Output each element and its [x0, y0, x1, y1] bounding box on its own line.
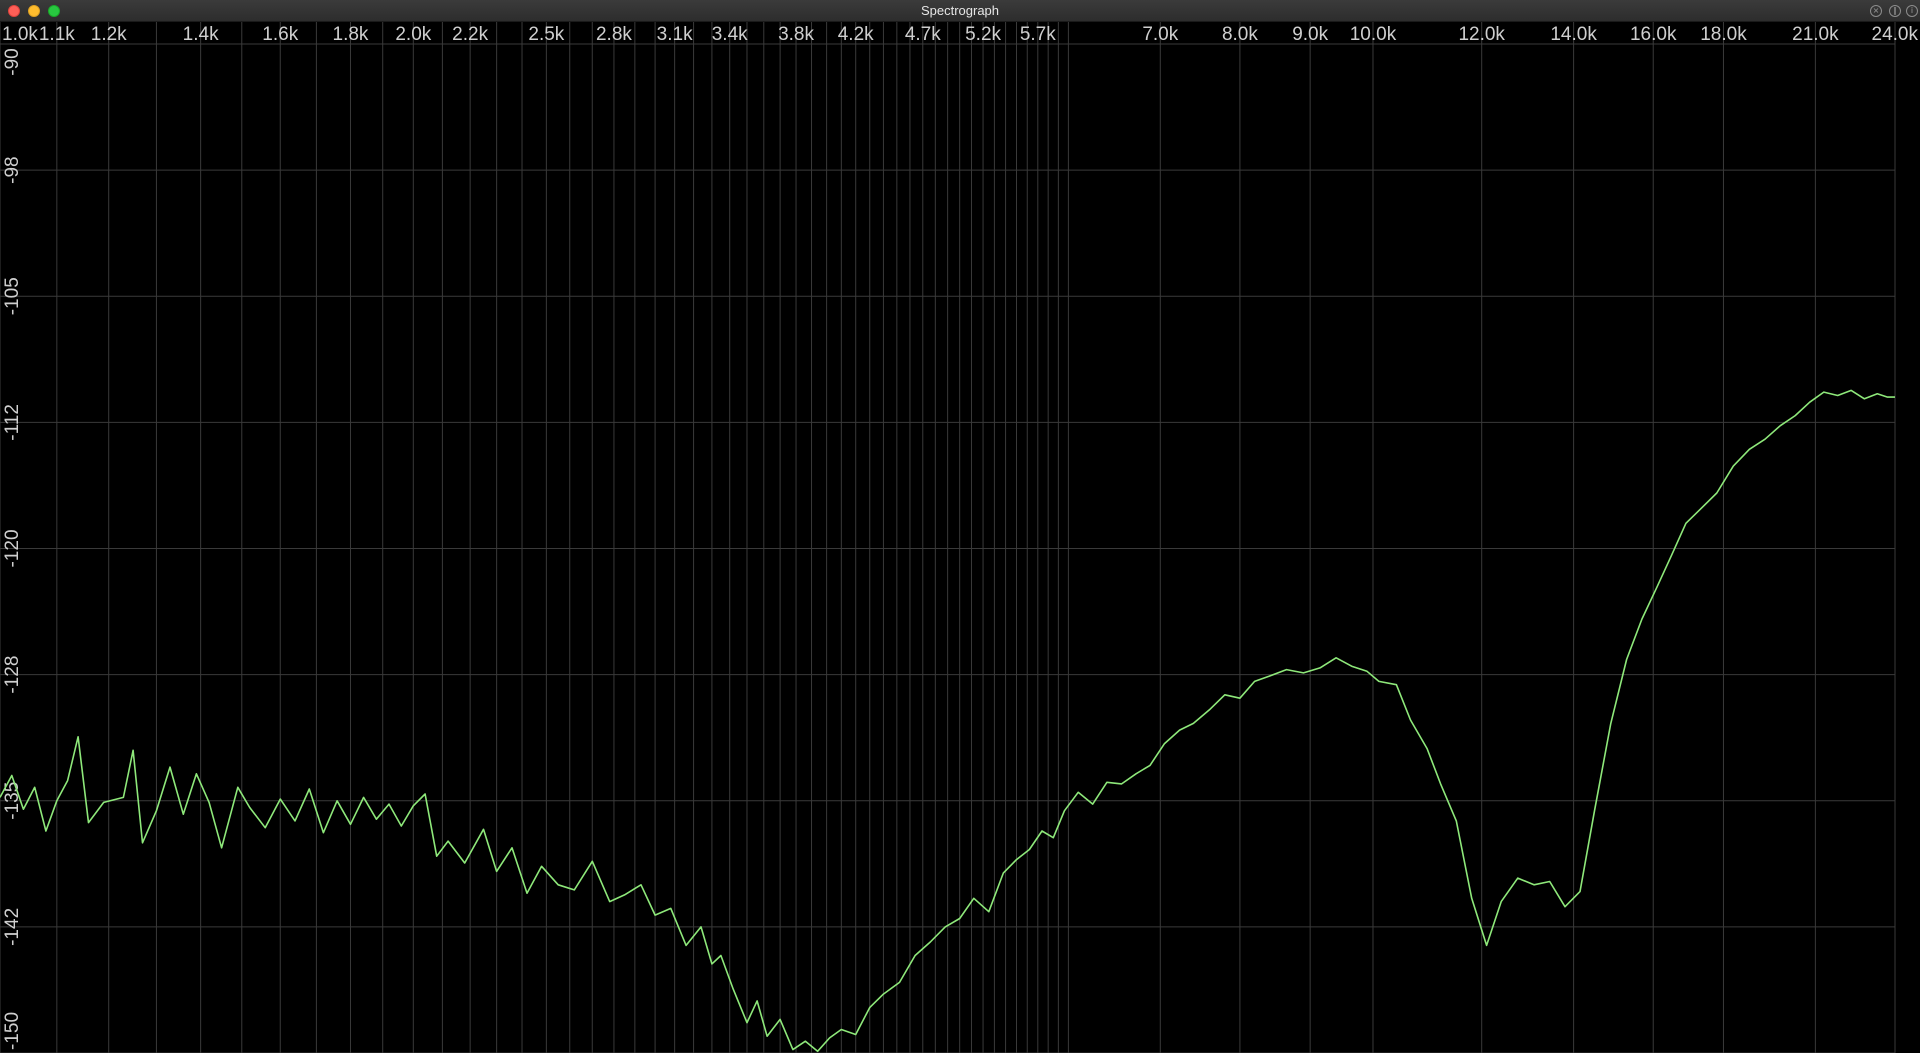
- frequency-tick-label: 24.0k: [1872, 24, 1919, 45]
- maximize-icon[interactable]: [48, 5, 60, 17]
- level-tick-label: -90: [2, 48, 23, 75]
- spectrum-plot[interactable]: 1.0k 1.1k 1.2k 1.4k 1.6k 1.8k 2.0k 2.2k 2.5k 2.8k…: [0, 22, 1920, 1053]
- level-tick-label: -112: [2, 404, 23, 441]
- level-tick-label: -128: [2, 656, 23, 694]
- frequency-tick-label: 9.0k: [1292, 24, 1328, 45]
- frequency-tick-label: 16.0k: [1630, 24, 1677, 45]
- close-icon[interactable]: [8, 5, 20, 17]
- frequency-tick-label: 3.1k: [657, 24, 693, 45]
- frequency-tick-label: 4.7k: [905, 24, 941, 45]
- frequency-tick-label: 4.2k: [838, 24, 874, 45]
- frequency-tick-label: 8.0k: [1222, 24, 1258, 45]
- frequency-tick-label: 1.6k: [262, 24, 298, 45]
- frequency-tick-label: 1.2k: [91, 24, 127, 45]
- frequency-gridlines: [0, 22, 1896, 1053]
- minimize-icon[interactable]: [28, 5, 40, 17]
- frequency-tick-label: 1.1k: [39, 24, 75, 45]
- close-circle-icon[interactable]: ×: [1870, 5, 1882, 17]
- frequency-tick-label: 2.0k: [395, 24, 431, 45]
- frequency-tick-label: 12.0k: [1458, 24, 1505, 45]
- level-tick-label: -98: [2, 156, 23, 183]
- frequency-tick-label: 5.7k: [1020, 24, 1056, 45]
- level-axis-labels: -90-98-105-112-120-128-135-142-150: [2, 48, 23, 1050]
- frequency-tick-label: 3.8k: [778, 24, 814, 45]
- pause-icon[interactable]: ∥: [1889, 5, 1901, 17]
- frequency-tick-label: 18.0k: [1700, 24, 1747, 45]
- frequency-tick-label: 1.0k: [2, 24, 38, 45]
- level-tick-label: -105: [2, 277, 23, 315]
- title-bar[interactable]: Spectrograph × ∥ i: [0, 0, 1920, 22]
- level-tick-label: -150: [2, 1012, 23, 1050]
- frequency-tick-label: 10.0k: [1350, 24, 1397, 45]
- frequency-tick-label: 21.0k: [1792, 24, 1839, 45]
- info-icon[interactable]: i: [1906, 5, 1918, 17]
- frequency-axis-labels: 1.0k 1.1k 1.2k 1.4k 1.6k 1.8k 2.0k 2.2k 2.5k 2.8k…: [2, 24, 1918, 45]
- frequency-tick-label: 3.4k: [712, 24, 748, 45]
- window-title: Spectrograph: [920, 3, 1000, 18]
- frequency-tick-label: 1.4k: [183, 24, 219, 45]
- frequency-tick-label: 2.2k: [452, 24, 488, 45]
- frequency-tick-label: 2.8k: [596, 24, 632, 45]
- frequency-tick-label: 1.8k: [333, 24, 369, 45]
- level-tick-label: -120: [2, 529, 23, 567]
- level-tick-label: -142: [2, 908, 23, 946]
- frequency-tick-label: 14.0k: [1550, 24, 1597, 45]
- frequency-tick-label: 5.2k: [965, 24, 1001, 45]
- frequency-tick-label: 7.0k: [1142, 24, 1178, 45]
- frequency-tick-label: 2.5k: [528, 24, 564, 45]
- spectrograph-window: Spectrograph × ∥ i 1.0k 1.1k 1.2k 1.4k 1.6k 1…: [0, 0, 1920, 1053]
